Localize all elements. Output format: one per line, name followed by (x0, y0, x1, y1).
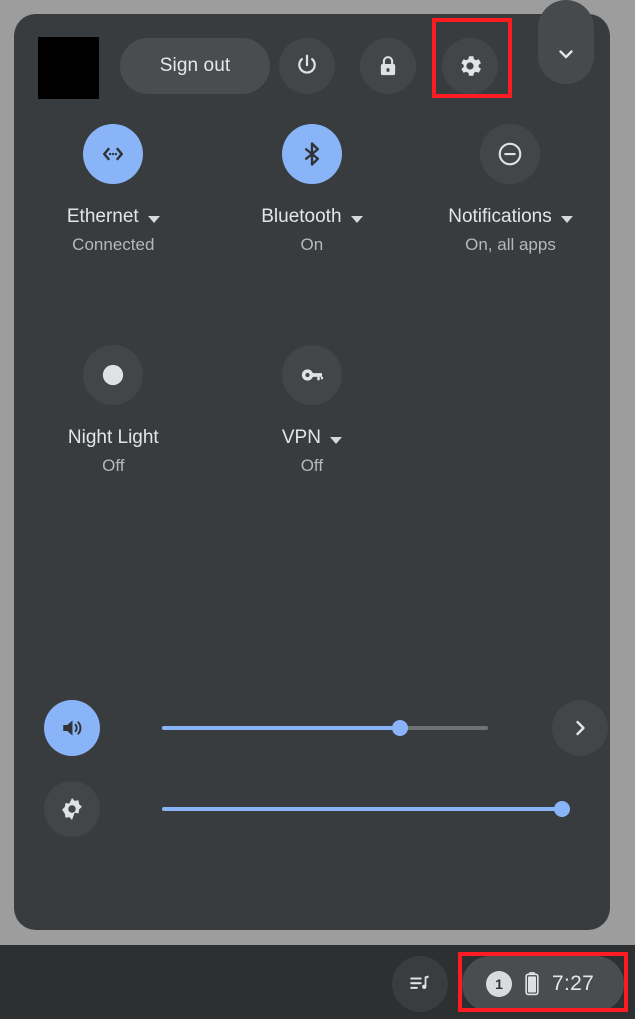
ethernet-icon (98, 139, 128, 169)
brightness-icon (58, 795, 86, 823)
notifications-icon-button[interactable] (480, 124, 541, 184)
brightness-slider-fill (162, 807, 562, 811)
pod-vpn-status: Off (300, 456, 324, 475)
notification-count-badge[interactable]: 1 (486, 971, 512, 997)
pod-ethernet-label-row: Ethernet (67, 206, 160, 228)
feature-pods: Ethernet Connected Bluetooth On Notifica… (14, 124, 610, 476)
volume-slider[interactable] (162, 720, 488, 736)
brightness-slider-thumb[interactable] (554, 801, 570, 817)
audio-settings-button[interactable] (552, 700, 608, 756)
vpn-icon-button[interactable] (281, 345, 342, 405)
do-not-disturb-icon (495, 139, 525, 169)
volume-slider-thumb[interactable] (391, 720, 408, 736)
settings-button[interactable] (442, 38, 498, 94)
volume-slider-fill (162, 726, 400, 730)
lock-icon (375, 53, 401, 79)
pod-night-light[interactable]: Night Light Off (14, 345, 213, 476)
chevron-down-icon[interactable] (560, 215, 573, 223)
gear-icon (456, 52, 484, 80)
power-icon (293, 52, 321, 80)
pod-vpn-label: VPN (281, 427, 321, 448)
chevron-down-icon[interactable] (147, 215, 160, 223)
brightness-icon-button[interactable] (44, 781, 100, 837)
pod-night-light-status: Off (102, 456, 125, 475)
pod-bluetooth[interactable]: Bluetooth On (213, 124, 412, 255)
chevron-down-icon[interactable] (350, 215, 363, 223)
bluetooth-icon-button[interactable] (281, 124, 342, 184)
volume-mute-toggle[interactable] (44, 700, 100, 756)
pod-notifications[interactable]: Notifications On, all apps (411, 124, 610, 255)
chevron-down-icon (554, 42, 578, 66)
chevron-down-icon[interactable] (329, 436, 342, 444)
sign-out-button[interactable]: Sign out (120, 38, 270, 94)
ethernet-icon-button[interactable] (83, 124, 144, 184)
pod-notifications-status: On, all apps (465, 235, 556, 254)
media-controls-button[interactable] (392, 956, 448, 1012)
status-tray[interactable]: 1 7:27 (462, 956, 624, 1012)
moon-icon (98, 360, 128, 390)
chromeos-screen: Sign out Ethernet Connected Bluetooth On… (0, 0, 635, 1019)
bluetooth-icon (297, 139, 327, 169)
pod-night-light-label-row: Night Light (68, 427, 159, 449)
pod-notifications-label-row: Notifications (448, 206, 573, 228)
pod-vpn[interactable]: VPN Off (213, 345, 412, 476)
volume-up-icon (58, 714, 86, 742)
pod-night-light-label: Night Light (67, 427, 159, 448)
chevron-right-icon (568, 716, 592, 740)
pod-bluetooth-status: On (300, 235, 324, 254)
brightness-slider-row (14, 771, 610, 852)
quick-settings-panel: Sign out Ethernet Connected Bluetooth On… (14, 0, 610, 930)
pod-bluetooth-label-row: Bluetooth (261, 206, 363, 228)
notification-count: 1 (495, 976, 503, 992)
pod-vpn-label-row: VPN (282, 427, 342, 449)
brightness-slider[interactable] (162, 801, 570, 817)
pod-ethernet-label: Ethernet (66, 206, 139, 227)
pod-ethernet-status: Connected (72, 235, 155, 254)
quick-settings-header: Sign out (14, 0, 610, 110)
collapse-panel-button[interactable] (538, 0, 594, 84)
volume-slider-row (14, 690, 610, 771)
feature-pod-row-2: Night Light Off VPN Off (14, 345, 610, 476)
clock-label: 7:27 (552, 972, 595, 995)
lock-button[interactable] (360, 38, 416, 94)
power-button[interactable] (279, 38, 335, 94)
key-icon (297, 360, 327, 390)
pod-empty-slot (411, 345, 610, 476)
feature-pod-row-1: Ethernet Connected Bluetooth On Notifica… (14, 124, 610, 255)
pod-notifications-label: Notifications (448, 206, 552, 227)
avatar[interactable] (38, 37, 99, 99)
pod-ethernet[interactable]: Ethernet Connected (14, 124, 213, 255)
night-light-icon-button[interactable] (83, 345, 144, 405)
sign-out-label: Sign out (159, 55, 231, 76)
queue-music-icon (407, 971, 433, 997)
pod-bluetooth-label: Bluetooth (261, 206, 342, 227)
slider-area (14, 690, 610, 852)
battery-icon (524, 971, 540, 997)
